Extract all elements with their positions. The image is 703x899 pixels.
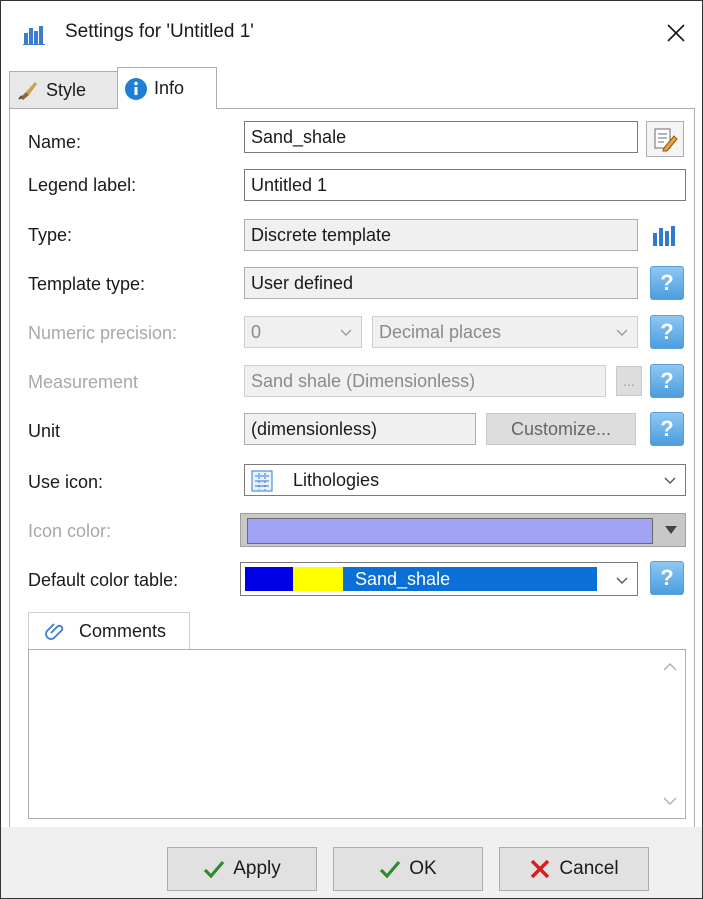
edit-name-button[interactable] — [646, 121, 684, 157]
legend-label-value: Untitled 1 — [251, 174, 328, 195]
cancel-x-icon — [531, 859, 550, 879]
precision-mode-select[interactable]: Decimal places — [372, 316, 638, 348]
dialog-title: Settings for 'Untitled 1' — [65, 21, 254, 42]
template-type-label: Template type: — [28, 274, 146, 294]
tab-style-label: Style — [46, 79, 87, 100]
apply-button[interactable]: Apply — [167, 847, 317, 891]
chevron-down-icon — [616, 577, 628, 584]
color-table-swatch-blue — [245, 567, 293, 591]
close-icon — [667, 24, 685, 42]
help-icon: ? — [660, 565, 674, 590]
info-icon — [125, 77, 147, 100]
chevron-down-icon — [340, 329, 352, 336]
customize-label: Customize... — [510, 418, 612, 439]
name-field[interactable]: Sand_shale — [244, 121, 638, 153]
icon-color-label: Icon color: — [28, 521, 112, 541]
numeric-precision-value: 0 — [251, 321, 262, 342]
bar-chart-icon — [23, 26, 45, 45]
unit-field: (dimensionless) — [244, 413, 476, 445]
ok-label: OK — [409, 858, 437, 879]
measurement-help-button[interactable]: ? — [650, 364, 684, 398]
color-table-swatch-yellow — [293, 567, 343, 591]
edit-icon — [654, 128, 678, 152]
unit-help-button[interactable]: ? — [650, 412, 684, 446]
chevron-down-icon — [664, 477, 676, 484]
checkmark-icon — [380, 860, 401, 879]
legend-label-label: Legend label: — [28, 175, 137, 195]
help-icon: ? — [660, 368, 674, 393]
chevron-down-icon — [616, 329, 628, 336]
unit-label: Unit — [28, 421, 61, 441]
use-icon-select[interactable]: Lithologies — [244, 464, 686, 496]
tab-info[interactable]: Info — [117, 67, 217, 109]
brush-icon — [18, 82, 37, 100]
icon-color-picker[interactable] — [240, 513, 686, 547]
cancel-button[interactable]: Cancel — [499, 847, 649, 891]
name-label: Name: — [28, 132, 82, 152]
scroll-up-icon[interactable] — [663, 662, 677, 672]
help-icon: ? — [660, 319, 674, 344]
measurement-label: Measurement — [28, 372, 139, 392]
customize-button[interactable]: Customize... — [486, 413, 636, 445]
tab-strip: Style Info — [9, 67, 695, 109]
measurement-value: Sand shale (Dimensionless) — [251, 370, 476, 391]
unit-value: (dimensionless) — [251, 418, 378, 439]
tab-info-label: Info — [154, 78, 185, 98]
precision-mode-value: Decimal places — [379, 321, 502, 342]
numeric-precision-help-button[interactable]: ? — [650, 315, 684, 349]
comments-tab-label: Comments — [79, 621, 167, 641]
help-icon: ? — [660, 416, 674, 441]
icon-color-swatch — [247, 518, 653, 544]
comments-textarea[interactable] — [28, 649, 686, 819]
template-type-help-button[interactable]: ? — [650, 266, 684, 300]
legend-label-field[interactable]: Untitled 1 — [244, 169, 686, 201]
use-icon-value: Lithologies — [293, 469, 380, 490]
measurement-browse-button[interactable]: ... — [616, 366, 642, 396]
settings-dialog: Settings for 'Untitled 1' Style Info Nam… — [0, 0, 703, 899]
type-value: Discrete template — [251, 224, 392, 245]
tab-comments[interactable]: Comments — [28, 612, 190, 650]
tab-style[interactable]: Style — [9, 71, 119, 108]
ok-button[interactable]: OK — [333, 847, 483, 891]
type-field: Discrete template — [244, 219, 638, 251]
checkmark-icon — [204, 860, 225, 879]
template-type-field: User defined — [244, 267, 638, 299]
name-value: Sand_shale — [251, 126, 347, 147]
measurement-field: Sand shale (Dimensionless) — [244, 365, 606, 397]
dropdown-arrow-icon — [665, 526, 677, 534]
title-bar: Settings for 'Untitled 1' — [1, 1, 702, 63]
use-icon-label: Use icon: — [28, 472, 104, 492]
button-bar: Apply OK Cancel — [1, 827, 702, 898]
color-table-help-button[interactable]: ? — [650, 561, 684, 595]
info-panel: Name: Sand_shale Legend label: Untitled … — [9, 108, 695, 829]
comments-scrollbar[interactable] — [655, 650, 685, 818]
color-table-name: Sand_shale — [343, 567, 597, 591]
numeric-precision-label: Numeric precision: — [28, 323, 178, 343]
help-icon: ? — [660, 270, 674, 295]
browse-label: ... — [623, 373, 635, 389]
lithologies-icon — [251, 470, 273, 492]
apply-label: Apply — [233, 858, 281, 879]
numeric-precision-select[interactable]: 0 — [244, 316, 362, 348]
template-type-value: User defined — [251, 272, 354, 293]
close-button[interactable] — [658, 15, 694, 51]
cancel-label: Cancel — [559, 858, 619, 879]
paperclip-icon — [45, 622, 64, 640]
scroll-down-icon[interactable] — [663, 796, 677, 806]
type-label: Type: — [28, 225, 73, 245]
discrete-template-icon — [653, 226, 675, 246]
default-color-table-select[interactable]: Sand_shale — [240, 562, 638, 596]
default-color-table-label: Default color table: — [28, 570, 179, 590]
